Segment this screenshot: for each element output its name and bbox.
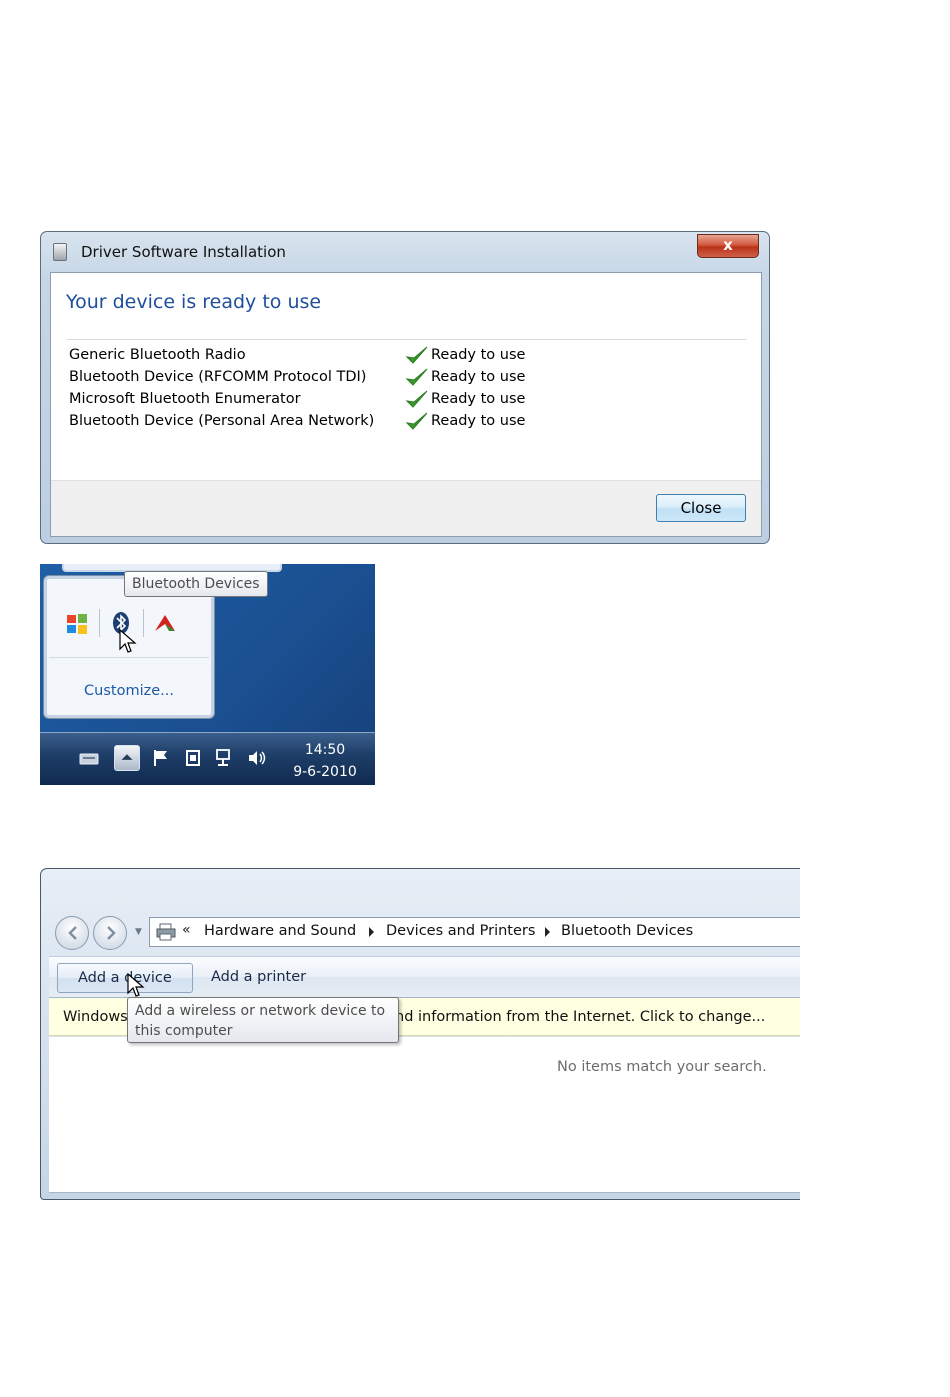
device-list: Generic Bluetooth Radio Ready to use Blu… [69,345,669,433]
breadcrumb-devices-and-printers[interactable]: Devices and Printers [386,923,535,939]
tray-popup-divider [49,657,209,658]
tooltip-line: Add a wireless or network device to [135,1003,386,1019]
dialog-titlebar[interactable]: Driver Software Installation x [41,232,769,270]
dialog-close-x-button[interactable]: x [697,234,759,258]
device-name: Microsoft Bluetooth Enumerator [69,391,301,407]
driver-install-dialog: Driver Software Installation x Your devi… [40,231,770,544]
dialog-footer: Close [51,480,761,536]
device-row: Microsoft Bluetooth Enumerator Ready to … [69,389,669,411]
tray-divider [99,609,100,637]
device-name: Bluetooth Device (RFCOMM Protocol TDI) [69,369,367,385]
address-bar[interactable]: « Hardware and Sound Devices and Printer… [149,917,800,947]
add-device-button[interactable]: Add a device [57,963,193,993]
devices-content-pane: No items match your search. [49,1037,800,1193]
tooltip-line: this computer [135,1023,233,1039]
breadcrumb-separator-icon[interactable] [369,927,374,937]
keyboard-icon[interactable] [78,747,100,769]
back-button[interactable] [55,916,89,950]
breadcrumb-bluetooth-devices[interactable]: Bluetooth Devices [561,923,693,939]
action-center-flag-icon[interactable] [150,747,172,769]
installer-icon [53,243,67,261]
close-button[interactable]: Close [656,494,746,522]
breadcrumb-overflow-chevron[interactable]: « [182,922,191,938]
taskbar: 14:50 9-6-2010 [40,732,375,785]
clock-date: 9-6-2010 [293,764,357,780]
power-plug-icon[interactable] [182,747,204,769]
back-arrow-icon [68,926,77,940]
customize-link[interactable]: Customize... [47,683,211,699]
dialog-title: Driver Software Installation [81,243,286,261]
breadcrumb-hardware-and-sound[interactable]: Hardware and Sound [204,923,356,939]
empty-results-message: No items match your search. [557,1059,767,1075]
explorer-window: ▼ « Hardware and Sound Devices and Print… [40,868,800,1200]
info-bar-text-start: Windows [63,1009,128,1025]
breadcrumb-separator-icon[interactable] [545,927,550,937]
command-bar: Add a device Add a printer [49,956,800,998]
desktop-tray-area: Customize... Bluetooth Devices 14:50 9-6… [40,564,375,785]
device-row: Bluetooth Device (RFCOMM Protocol TDI) R… [69,367,669,389]
green-check-icon [405,368,428,386]
device-status: Ready to use [431,369,526,385]
green-check-icon [405,412,428,430]
tray-divider [143,609,144,637]
add-printer-button[interactable]: Add a printer [191,963,326,993]
network-icon[interactable] [214,747,236,769]
show-hidden-icons-button[interactable] [114,745,140,771]
device-status: Ready to use [431,391,526,407]
device-status: Ready to use [431,347,526,363]
tray-overflow-popup: Customize... [44,576,214,718]
mouse-cursor-icon [127,973,145,997]
bluetooth-devices-tooltip: Bluetooth Devices [124,571,268,597]
info-bar-text-end: nd information from the Internet. Click … [395,1009,766,1025]
recent-pages-dropdown-icon[interactable]: ▼ [135,927,142,937]
dialog-body: Your device is ready to use Generic Blue… [50,272,762,537]
printer-icon [156,923,176,941]
forward-button[interactable] [93,916,127,950]
green-check-icon [405,390,428,408]
clock-time: 14:50 [304,742,346,758]
red-arrow-icon[interactable] [151,609,179,637]
dialog-divider [66,339,746,340]
device-name: Generic Bluetooth Radio [69,347,246,363]
windows-flag-icon[interactable] [63,609,91,637]
speaker-icon[interactable] [246,747,268,769]
device-row: Bluetooth Device (Personal Area Network)… [69,411,669,433]
device-name: Bluetooth Device (Personal Area Network) [69,413,375,429]
tray-icons-row [57,607,197,653]
mouse-cursor-icon [119,629,137,653]
dialog-heading: Your device is ready to use [66,291,322,313]
chevron-up-icon [121,754,133,760]
add-device-tooltip: Add a wireless or network device to this… [127,997,399,1043]
device-status: Ready to use [431,413,526,429]
forward-arrow-icon [107,926,116,940]
device-row: Generic Bluetooth Radio Ready to use [69,345,669,367]
green-check-icon [405,346,428,364]
system-clock[interactable]: 14:50 9-6-2010 [280,739,370,783]
